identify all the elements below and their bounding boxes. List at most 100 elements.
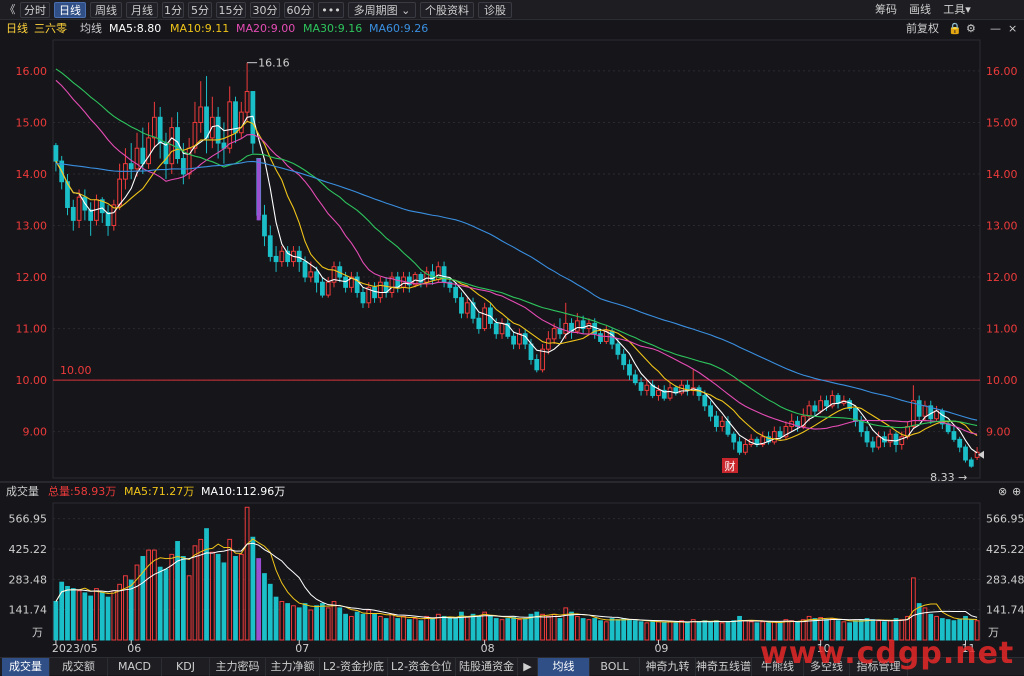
volume-bar bbox=[551, 613, 557, 641]
candle-body bbox=[441, 266, 447, 283]
indicator-tab-13[interactable]: 神奇五线谱 bbox=[696, 658, 752, 676]
indicator-tab-5[interactable]: 主力净额 bbox=[266, 658, 320, 676]
indicator-tab-4[interactable]: 主力密码 bbox=[210, 658, 266, 676]
candle-body bbox=[910, 400, 916, 427]
indicator-tab-8[interactable]: 陆股通资金 bbox=[456, 658, 518, 676]
volume-bar bbox=[714, 620, 719, 641]
candle-body bbox=[714, 415, 719, 427]
volume-bar bbox=[70, 588, 76, 641]
candle-body bbox=[656, 389, 661, 397]
candle-body bbox=[864, 431, 870, 443]
gap-bar bbox=[256, 158, 261, 221]
price-frame bbox=[52, 39, 981, 479]
volume-bar bbox=[204, 528, 209, 641]
candle-body bbox=[771, 431, 777, 443]
candle-body bbox=[574, 320, 580, 332]
volume-bar bbox=[754, 622, 760, 641]
volume-bar bbox=[314, 605, 319, 641]
indicator-tab-2[interactable]: MACD bbox=[108, 658, 162, 676]
volume-bar bbox=[453, 618, 459, 641]
candle-body bbox=[644, 384, 650, 391]
candle-body bbox=[493, 322, 499, 335]
candle-body bbox=[372, 286, 377, 299]
candle-body bbox=[638, 382, 644, 391]
volume-bar bbox=[180, 556, 186, 641]
ma60-line bbox=[55, 160, 978, 421]
candle-body bbox=[70, 206, 76, 221]
close-volume-icon[interactable]: ⊗ bbox=[998, 483, 1007, 501]
indicator-tab-0[interactable]: 成交量 bbox=[2, 658, 50, 676]
expand-volume-icon[interactable]: ⊕ bbox=[1012, 483, 1021, 501]
volume-bar bbox=[557, 618, 563, 641]
candle-body bbox=[238, 111, 244, 134]
candle-body bbox=[702, 395, 708, 407]
candle-body bbox=[152, 116, 157, 139]
candle-body bbox=[499, 322, 505, 335]
candle-body bbox=[818, 400, 824, 412]
candle-body bbox=[53, 145, 59, 162]
volume-bar bbox=[192, 545, 198, 641]
volume-bar bbox=[910, 577, 916, 641]
volume-bar bbox=[430, 618, 435, 641]
indicator-tab-9[interactable]: ▶ bbox=[518, 658, 538, 676]
finance-badge-text: 财 bbox=[725, 459, 736, 473]
candle-body bbox=[534, 358, 540, 371]
price-tick-right: 9.00 bbox=[986, 426, 1011, 439]
indicator-tab-12[interactable]: 神奇九转 bbox=[640, 658, 696, 676]
candle-body bbox=[667, 387, 673, 399]
candle-body bbox=[511, 335, 516, 345]
volume-bar bbox=[615, 619, 621, 641]
kline-chart[interactable]: 16.00 16.00 15.00 15.00 14.00 14.00 13.00 13.00… bbox=[0, 0, 1024, 675]
candle-body bbox=[308, 271, 314, 278]
volume-bar bbox=[592, 618, 598, 641]
volume-bar bbox=[354, 611, 360, 641]
volume-bar bbox=[221, 562, 227, 641]
volume-bar bbox=[238, 553, 244, 641]
volume-bar bbox=[279, 600, 285, 641]
indicator-tab-11[interactable]: BOLL bbox=[590, 658, 640, 676]
volume-bar bbox=[441, 615, 447, 641]
volume-bar bbox=[215, 553, 221, 641]
candle-body bbox=[893, 433, 899, 446]
candle-body bbox=[117, 178, 123, 206]
candle-body bbox=[551, 328, 557, 340]
volume-bar bbox=[366, 609, 372, 641]
volume-bar bbox=[447, 618, 453, 641]
watermark: www.cdgp.net bbox=[760, 636, 1015, 671]
volume-bar bbox=[401, 615, 406, 641]
indicator-tab-3[interactable]: KDJ bbox=[162, 658, 210, 676]
candle-body bbox=[128, 163, 134, 170]
volume-bar bbox=[731, 620, 737, 641]
volume-bar bbox=[383, 618, 389, 641]
volume-bar bbox=[302, 603, 308, 641]
volume-bar bbox=[227, 538, 233, 641]
volume-bar bbox=[82, 592, 88, 641]
volume-bar bbox=[395, 618, 401, 641]
volume-bar bbox=[493, 618, 499, 641]
volume-bar bbox=[146, 549, 151, 641]
candle-body bbox=[615, 343, 621, 355]
candle-body bbox=[76, 196, 82, 221]
candle-body bbox=[325, 281, 331, 296]
volume-bar bbox=[360, 613, 366, 641]
volume-bar bbox=[661, 622, 667, 641]
volume-bar bbox=[586, 619, 592, 641]
indicator-tab-10[interactable]: 均线 bbox=[538, 658, 590, 676]
high-label: 16.16 bbox=[258, 57, 290, 70]
volume-bar bbox=[285, 603, 291, 641]
price-tick-left: 9.00 bbox=[23, 426, 48, 439]
volume-bar bbox=[140, 556, 146, 641]
price-tick-left: 15.00 bbox=[16, 116, 48, 129]
indicator-tab-6[interactable]: L2-资金抄底 bbox=[320, 658, 388, 676]
volume-bar bbox=[708, 621, 713, 641]
candle-body bbox=[731, 433, 737, 443]
indicator-tab-1[interactable]: 成交额 bbox=[50, 658, 108, 676]
indicator-tab-7[interactable]: L2-资金仓位 bbox=[388, 658, 456, 676]
price-tick-right: 14.00 bbox=[986, 168, 1018, 181]
volume-bar bbox=[412, 618, 418, 641]
candle-body bbox=[621, 353, 627, 366]
volume-bar bbox=[632, 620, 638, 641]
volume-bar bbox=[163, 568, 169, 641]
volume-bar bbox=[644, 622, 650, 641]
candle-body bbox=[360, 291, 366, 304]
